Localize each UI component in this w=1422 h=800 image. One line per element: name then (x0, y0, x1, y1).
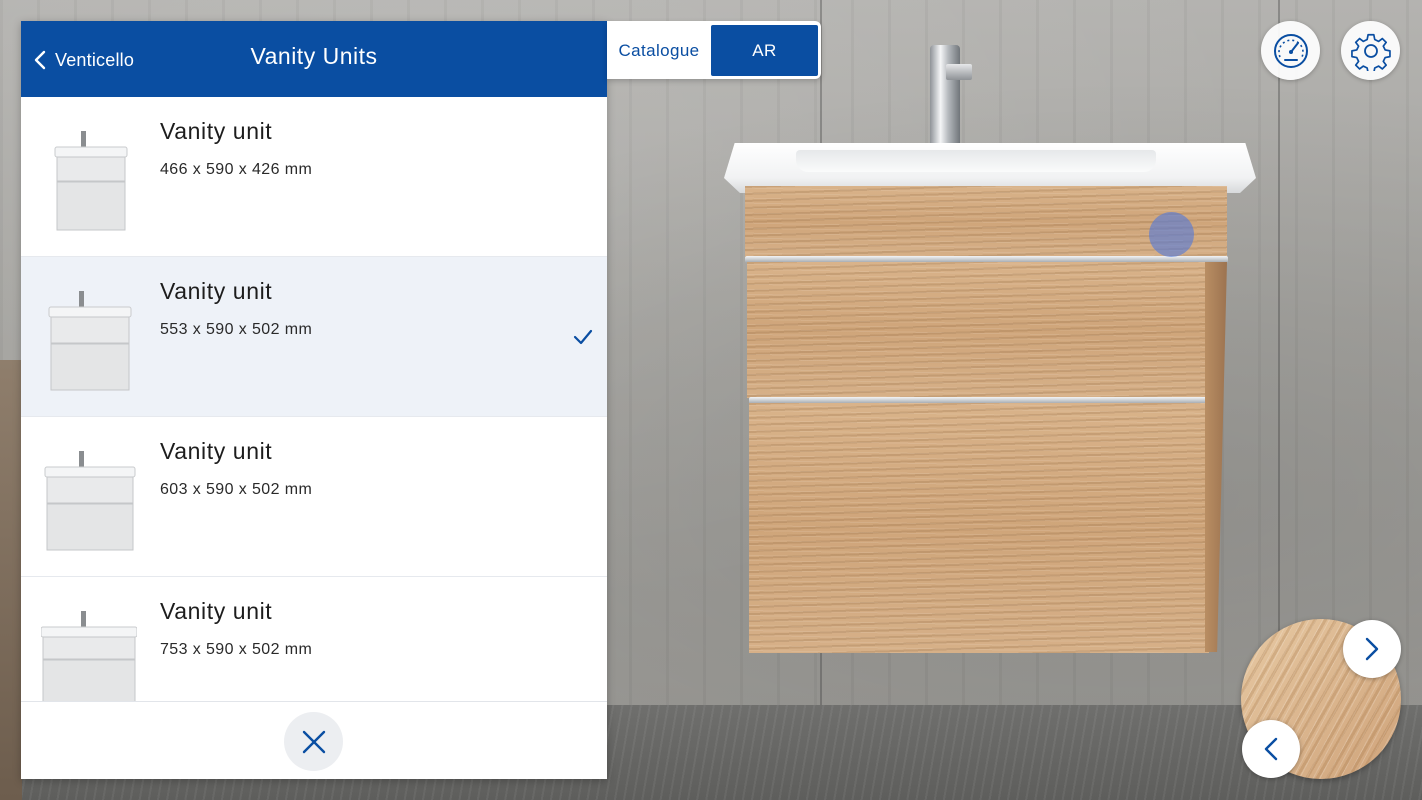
chevron-left-icon (1264, 737, 1278, 761)
washbasin-bowl (796, 150, 1156, 172)
back-button[interactable]: Venticello (33, 43, 134, 77)
ar-placement-marker[interactable] (1149, 212, 1194, 257)
product-item-selected[interactable]: Vanity unit 553 x 590 x 502 mm (21, 257, 607, 417)
close-button[interactable] (284, 712, 343, 771)
previous-material-button[interactable] (1242, 720, 1300, 778)
panel-footer (21, 701, 607, 779)
background-object (0, 360, 22, 800)
faucet-lever (946, 64, 972, 80)
vanity-drawer-lower (749, 403, 1209, 653)
product-dimensions: 603 x 590 x 502 mm (160, 481, 313, 498)
chevron-left-icon (34, 50, 46, 70)
next-material-button[interactable] (1343, 620, 1401, 678)
close-icon (302, 730, 325, 753)
gauge-icon (1273, 33, 1308, 68)
catalogue-mode-button[interactable]: Catalogue (607, 25, 711, 76)
product-item[interactable]: Vanity unit 753 x 590 x 502 mm (21, 577, 607, 701)
product-name: Vanity unit (160, 598, 273, 624)
settings-button[interactable] (1341, 21, 1400, 80)
product-dimensions: 466 x 590 x 426 mm (160, 161, 313, 178)
vanity-thumbnail (54, 131, 128, 231)
vanity-thumbnail (41, 611, 137, 701)
mode-toggle: Catalogue AR (607, 21, 821, 79)
product-item[interactable]: Vanity unit 466 x 590 x 426 mm (21, 97, 607, 257)
product-item[interactable]: Vanity unit 603 x 590 x 502 mm (21, 417, 607, 577)
product-dimensions: 753 x 590 x 502 mm (160, 641, 313, 658)
chevron-right-icon (1365, 637, 1379, 661)
vanity-thumbnail (48, 291, 132, 391)
product-name: Vanity unit (160, 438, 273, 464)
back-label: Venticello (55, 49, 135, 70)
catalogue-panel: Venticello Vanity Units Vanity unit 466 … (21, 21, 607, 779)
faucet (930, 45, 960, 151)
ar-mode-button[interactable]: AR (711, 25, 818, 76)
performance-button[interactable] (1261, 21, 1320, 80)
wall-seam (1278, 0, 1280, 708)
gear-icon (1350, 33, 1391, 71)
vanity-thumbnail (44, 451, 136, 551)
product-list: Vanity unit 466 x 590 x 426 mm Vanity un… (21, 97, 607, 701)
product-dimensions: 553 x 590 x 502 mm (160, 321, 313, 338)
product-name: Vanity unit (160, 278, 273, 304)
product-name: Vanity unit (160, 118, 273, 144)
checkmark-icon (573, 329, 593, 345)
vanity-drawer-upper (747, 262, 1217, 398)
panel-header: Venticello Vanity Units (21, 21, 607, 97)
